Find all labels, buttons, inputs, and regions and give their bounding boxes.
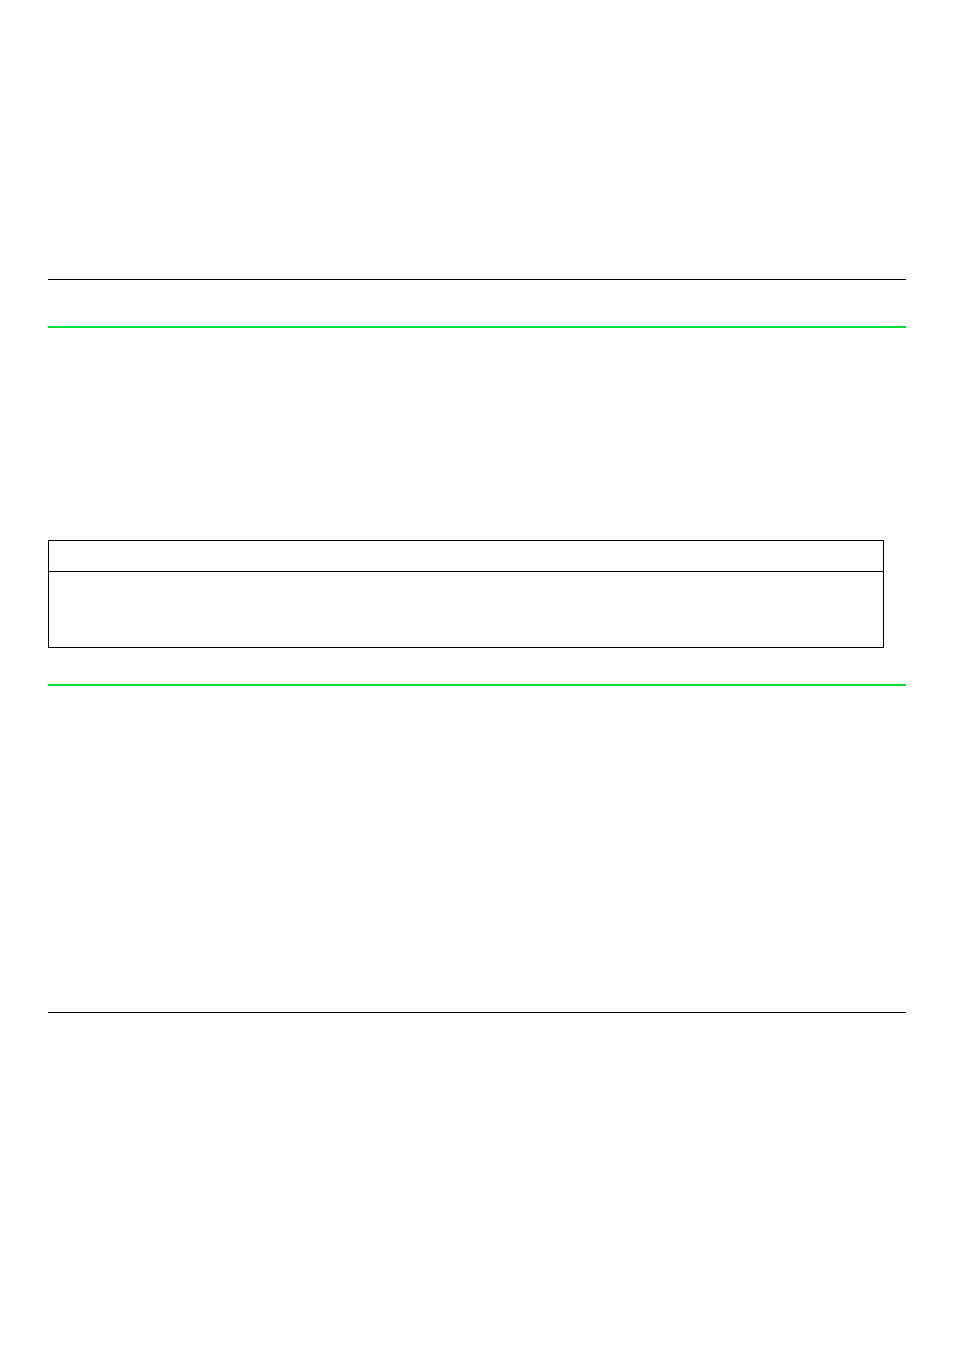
document-page bbox=[0, 0, 954, 1351]
horizontal-rule-green bbox=[48, 326, 906, 328]
horizontal-rule-black bbox=[48, 279, 906, 280]
horizontal-rule-green bbox=[48, 684, 906, 686]
table-header-row bbox=[48, 540, 884, 572]
table-body-row bbox=[48, 572, 884, 648]
horizontal-rule-black bbox=[48, 1012, 906, 1013]
